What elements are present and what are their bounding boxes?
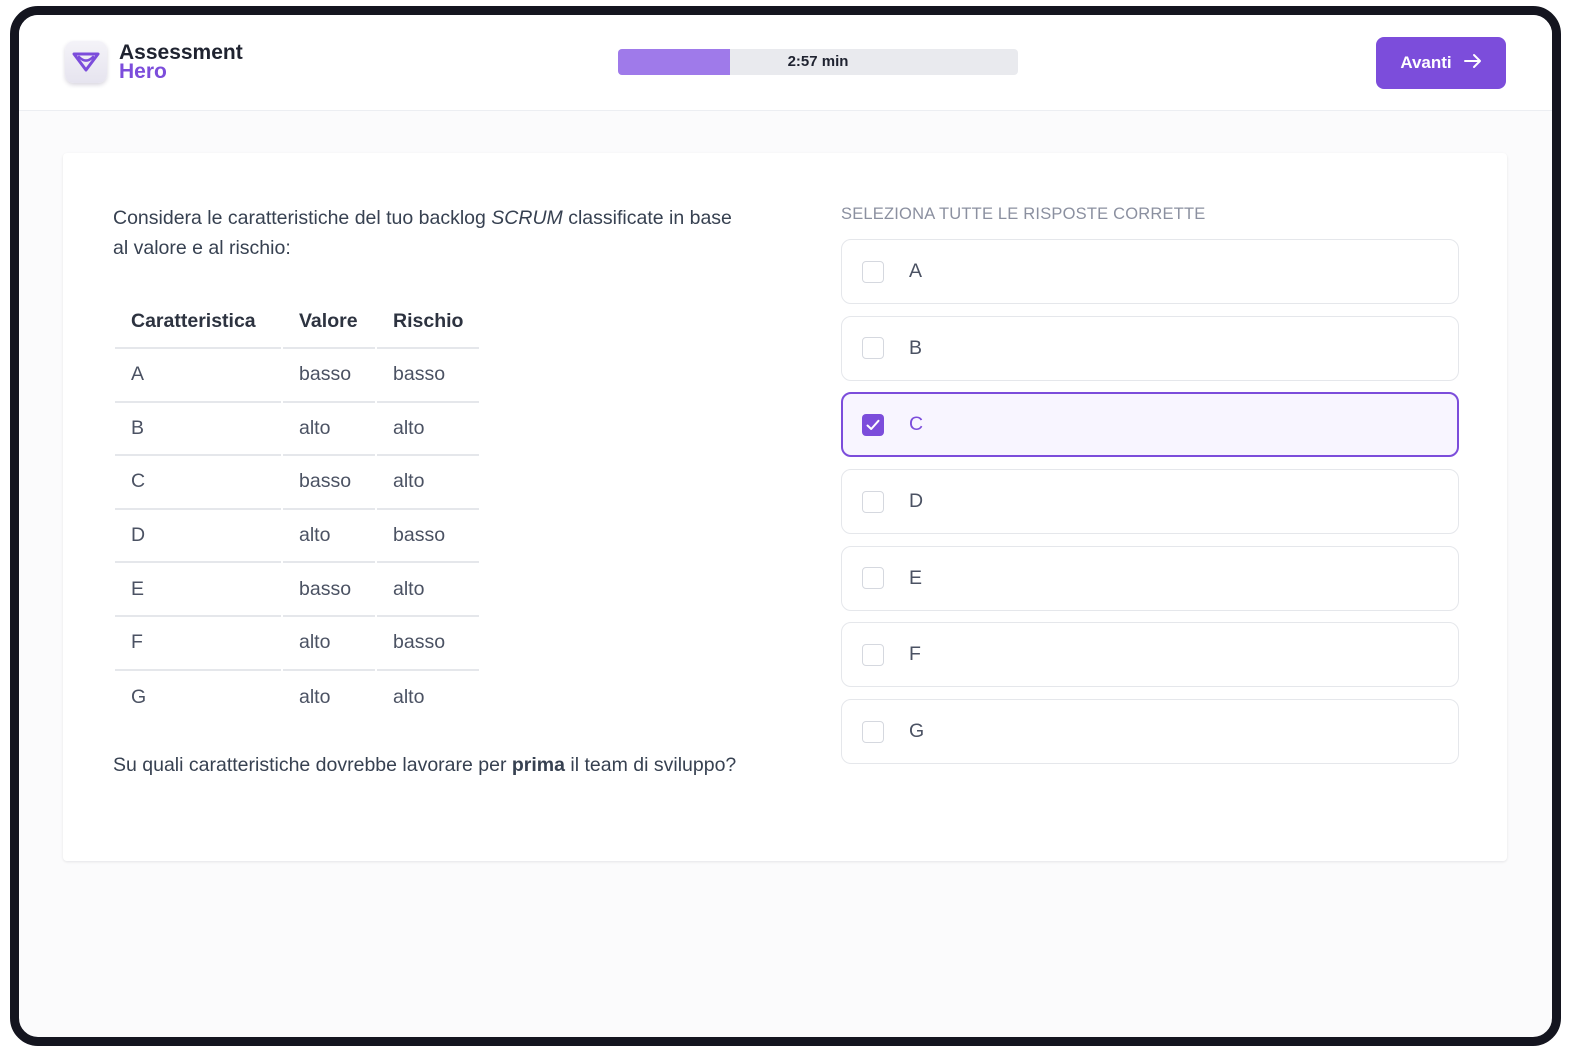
table-row: E basso alto xyxy=(115,563,480,617)
heart-shield-icon xyxy=(65,41,107,83)
table-cell: alto xyxy=(377,403,480,457)
answer-label: A xyxy=(909,260,923,282)
answer-label: G xyxy=(909,720,925,743)
answers-panel: SELEZIONA TUTTE LE RISPOSTE CORRETTE A B… xyxy=(841,203,1459,776)
table-cell: basso xyxy=(283,563,375,617)
answer-option-a[interactable]: A xyxy=(841,239,1459,304)
question-intro: Considera le caratteristiche del tuo bac… xyxy=(113,207,732,259)
table-cell: basso xyxy=(377,617,480,671)
table-cell: C xyxy=(115,456,281,510)
column-header-value: Valore xyxy=(283,295,375,349)
top-bar: Assessment Hero 2:57 min Avanti xyxy=(19,15,1552,111)
table-row: G alto alto xyxy=(115,671,479,725)
timer-progress-bar: 2:57 min xyxy=(618,49,1018,75)
table-cell: alto xyxy=(393,685,425,708)
checkbox-checked[interactable] xyxy=(862,413,884,436)
table-cell: alto xyxy=(283,617,375,671)
brand-name-line2: Hero xyxy=(119,60,167,83)
table-row: A basso basso xyxy=(115,349,480,403)
checkbox[interactable] xyxy=(862,490,884,513)
column-header-risk: Rischio xyxy=(377,295,480,349)
table-row: F alto basso xyxy=(115,617,480,671)
table-cell: basso xyxy=(377,510,480,564)
question-panel: Considera le caratteristiche del tuo bac… xyxy=(113,203,743,780)
checkbox[interactable] xyxy=(862,643,884,666)
table-cell: E xyxy=(115,563,281,617)
scrum-emphasis: SCRUM xyxy=(491,207,563,229)
checkbox[interactable] xyxy=(862,567,884,590)
answer-label: C xyxy=(909,413,924,436)
table-cell: basso xyxy=(283,349,375,403)
table-cell: G xyxy=(131,685,147,708)
answer-option-f[interactable]: F xyxy=(841,622,1459,688)
table-cell: alto xyxy=(377,563,480,617)
timer-label: 2:57 min xyxy=(787,53,849,70)
table-row: B alto alto xyxy=(115,403,480,457)
table-cell: alto xyxy=(283,403,375,457)
checkbox[interactable] xyxy=(862,337,884,360)
column-header-feature: Caratteristica xyxy=(115,295,281,349)
checkbox[interactable] xyxy=(862,260,884,283)
answer-label: D xyxy=(909,490,924,513)
prima-bold: prima xyxy=(511,754,565,777)
table-cell: alto xyxy=(299,685,331,708)
question-prompt: Su quali caratteristiche dovrebbe lavora… xyxy=(113,754,737,777)
table-cell: B xyxy=(115,403,281,457)
table-header-row: Caratteristica Valore Rischio xyxy=(115,295,480,349)
answers-instruction: SELEZIONA TUTTE LE RISPOSTE CORRETTE xyxy=(841,205,1206,223)
features-table: Caratteristica Valore Rischio A basso ba… xyxy=(113,295,481,724)
answer-option-d[interactable]: D xyxy=(841,469,1459,535)
answer-option-c[interactable]: C xyxy=(841,392,1459,458)
brand-logo: Assessment Hero xyxy=(65,41,243,83)
table-cell: F xyxy=(115,617,281,671)
answer-label: B xyxy=(909,336,923,359)
checkbox[interactable] xyxy=(862,720,884,743)
answer-option-g[interactable]: G xyxy=(841,699,1459,765)
checkmark-icon xyxy=(866,419,880,430)
app-window: Assessment Hero 2:57 min Avanti Consider… xyxy=(10,6,1561,1046)
next-button[interactable]: Avanti xyxy=(1376,37,1506,89)
table-cell: A xyxy=(115,349,281,403)
table-row: D alto basso xyxy=(115,510,480,564)
table-cell: alto xyxy=(377,456,480,510)
table-cell: D xyxy=(115,510,281,564)
answer-label: E xyxy=(909,566,923,589)
answer-option-b[interactable]: B xyxy=(841,315,1459,381)
arrow-right-icon xyxy=(1463,53,1482,74)
answer-label: F xyxy=(909,643,921,666)
table-cell: alto xyxy=(283,510,375,564)
question-card: Considera le caratteristiche del tuo bac… xyxy=(63,153,1507,861)
answer-option-e[interactable]: E xyxy=(841,545,1459,611)
table-cell: basso xyxy=(283,456,375,510)
table-cell: basso xyxy=(377,349,480,403)
next-button-label: Avanti xyxy=(1400,53,1452,72)
table-row: C basso alto xyxy=(115,456,480,510)
